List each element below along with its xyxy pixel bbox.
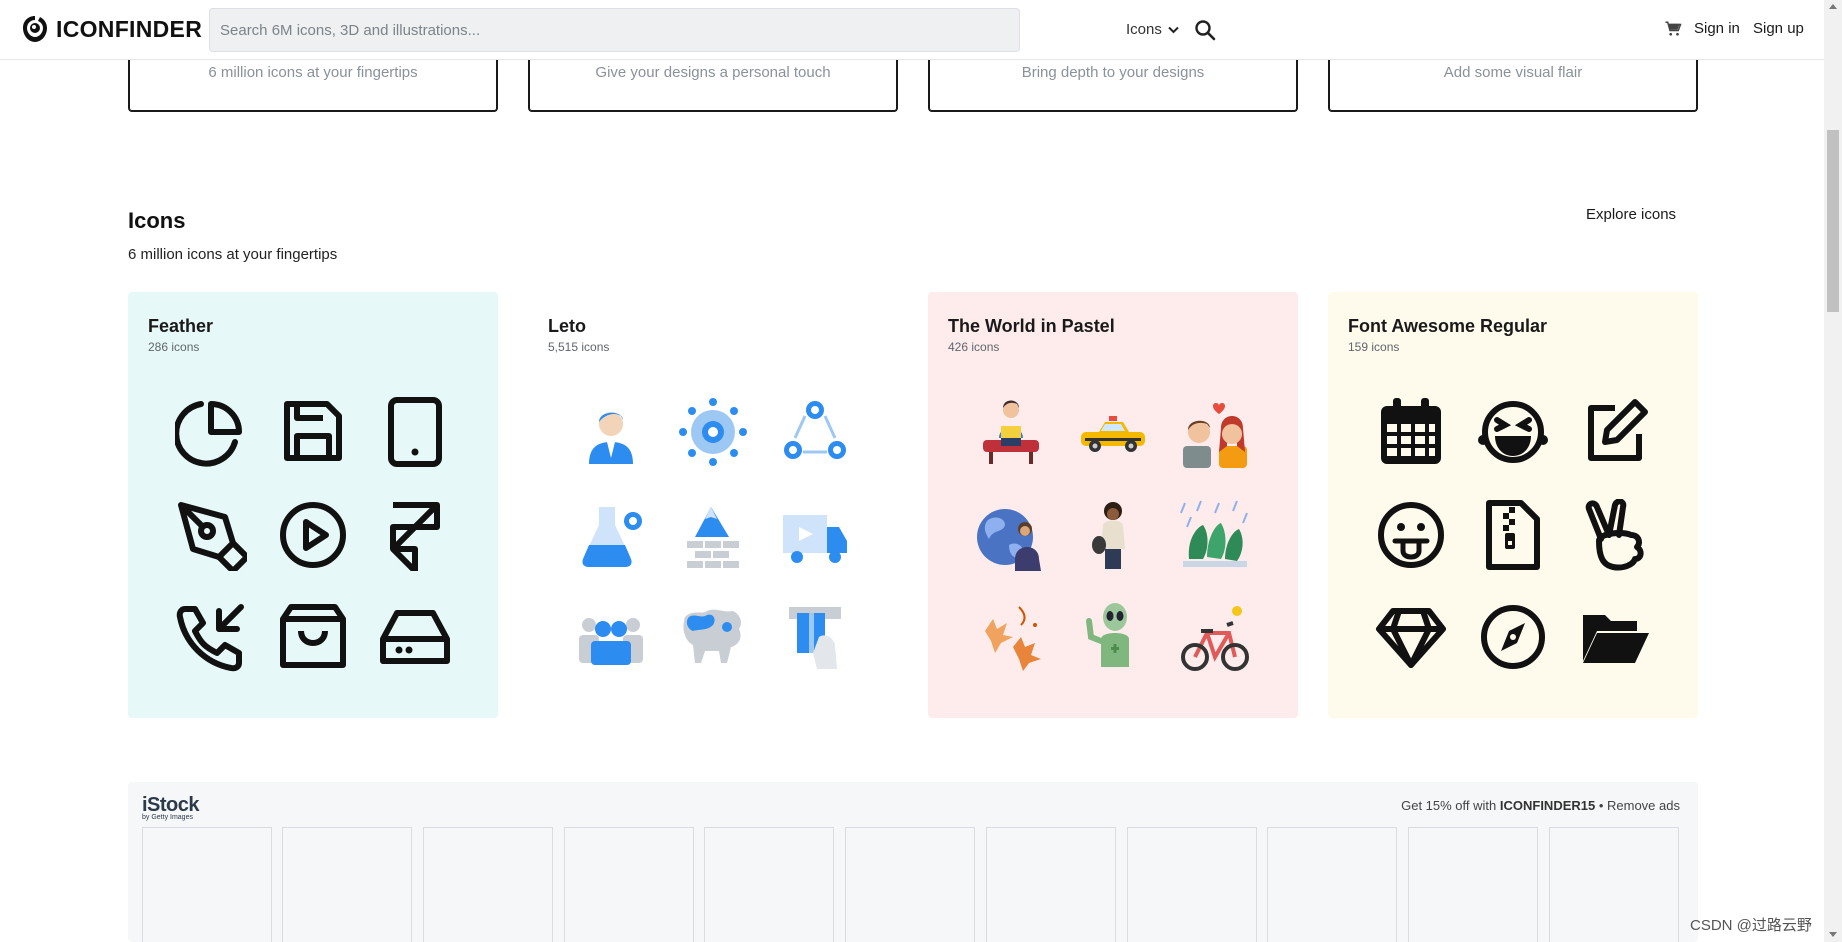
icon-set-count: 426 icons (948, 340, 1000, 354)
istock-logo[interactable]: iStock by Getty Images (142, 794, 200, 821)
category-card-subtitle: Give your designs a personal touch (595, 64, 831, 81)
folder-open-icon (1575, 597, 1655, 677)
gem-icon (1371, 597, 1451, 677)
world-map-icon (673, 597, 753, 677)
remove-ads-link[interactable]: • Remove ads (1595, 798, 1680, 813)
istock-promo[interactable]: Get 15% off with ICONFINDER15 • Remove a… (1401, 798, 1680, 813)
sign-up-link[interactable]: Sign up (1753, 20, 1804, 37)
refugee-world-icon (971, 495, 1051, 575)
atm-card-icon (775, 597, 855, 677)
file-archive-icon (1473, 495, 1553, 575)
stock-image-thumbnail[interactable] (1127, 827, 1257, 942)
cycle-icon (775, 392, 855, 472)
istock-logo-subtext: by Getty Images (142, 814, 193, 821)
category-card-subtitle: Bring depth to your designs (1021, 64, 1205, 81)
couple-love-icon (1175, 392, 1255, 472)
page: ICONFINDER Icons Sign in Sign up 6 milli… (0, 0, 1842, 942)
icon-set-card-font-awesome-regular[interactable]: Font Awesome Regular 159 icons (1328, 292, 1698, 718)
cart-icon[interactable] (1664, 20, 1682, 38)
video-truck-icon (775, 495, 855, 575)
team-icon (571, 597, 651, 677)
icon-set-card-feather[interactable]: Feather 286 icons (128, 292, 498, 718)
scrollbar-thumb[interactable] (1827, 130, 1839, 312)
icon-set-name: The World in Pastel (948, 316, 1115, 336)
icon-set-name: Font Awesome Regular (1348, 316, 1548, 336)
shopping-bag-icon (273, 597, 353, 677)
autumn-leaves-icon (971, 597, 1051, 677)
category-card-subtitle: Add some visual flair (1443, 64, 1583, 81)
edit-icon (1575, 392, 1655, 472)
search-input[interactable] (220, 9, 900, 51)
rainy-trees-icon (1175, 495, 1255, 575)
stock-image-thumbnail[interactable] (986, 827, 1116, 942)
alien-icon (1073, 597, 1153, 677)
phone-incoming-icon (171, 597, 251, 677)
stock-image-thumbnail[interactable] (423, 827, 553, 942)
search-bar: Icons (209, 8, 1216, 52)
traveler-woman-icon (1073, 495, 1153, 575)
taxi-icon (1073, 392, 1153, 472)
scroll-down-arrow-icon[interactable] (1829, 932, 1837, 937)
category-card-subtitle: 6 million icons at your fingertips (208, 64, 418, 81)
stock-image-thumbnail[interactable] (282, 827, 412, 942)
icon-set-card-leto[interactable]: Leto 5,515 icons (528, 292, 898, 718)
vertical-scrollbar[interactable] (1824, 0, 1842, 942)
section-subtitle: 6 million icons at your fingertips (128, 246, 338, 263)
istock-ad-banner[interactable]: iStock by Getty Images Get 15% off with … (128, 782, 1698, 942)
icon-set-count: 5,515 icons (548, 340, 610, 354)
pen-tool-icon (171, 495, 251, 575)
explore-icons-link[interactable]: Explore icons (1586, 206, 1676, 223)
stock-image-thumbnail[interactable] (1549, 827, 1679, 942)
icon-set-card-world-in-pastel[interactable]: The World in Pastel 426 icons (928, 292, 1298, 718)
search-type-label: Icons (1126, 21, 1162, 38)
promo-code: ICONFINDER15 (1499, 798, 1596, 813)
tablet-icon (375, 392, 455, 472)
stock-image-thumbnail[interactable] (1408, 827, 1538, 942)
iconfinder-logo-icon (23, 16, 47, 42)
logo-text: ICONFINDER (56, 15, 203, 42)
icon-set-count: 159 icons (1348, 340, 1400, 354)
stock-image-thumbnail[interactable] (1267, 827, 1397, 942)
watermark: CSDN @过路云野 (1690, 917, 1812, 934)
top-navbar: ICONFINDER Icons Sign in Sign up (0, 0, 1824, 60)
icon-set-name: Leto (548, 316, 586, 336)
businessman-icon (571, 392, 651, 472)
sign-in-link[interactable]: Sign in (1694, 20, 1740, 37)
logo[interactable]: ICONFINDER (20, 14, 202, 44)
compass-icon (1473, 597, 1553, 677)
play-circle-icon (273, 495, 353, 575)
pie-chart-icon (171, 392, 251, 472)
stock-image-thumbnail[interactable] (845, 827, 975, 942)
stock-image-thumbnail[interactable] (564, 827, 694, 942)
icon-set-name: Feather (148, 316, 214, 336)
search-type-dropdown[interactable]: Icons (1126, 21, 1179, 38)
stock-image-thumbnail[interactable] (142, 827, 272, 942)
mountain-wall-icon (673, 495, 753, 575)
icon-set-count: 286 icons (148, 340, 200, 354)
stock-image-thumbnail[interactable] (704, 827, 834, 942)
hard-drive-icon (375, 597, 455, 677)
calendar-icon (1371, 392, 1451, 472)
grin-tongue-icon (1371, 495, 1451, 575)
bicycle-icon (1175, 597, 1255, 677)
framer-icon (375, 495, 455, 575)
section-title: Icons (128, 208, 186, 233)
laugh-squint-icon (1473, 392, 1553, 472)
reading-person-icon (971, 392, 1051, 472)
network-icon (673, 392, 753, 472)
lab-flask-icon (571, 495, 651, 575)
promo-prefix: Get 15% off with (1401, 798, 1500, 813)
save-icon (273, 392, 353, 472)
search-icon[interactable] (1193, 18, 1217, 42)
hand-peace-icon (1575, 495, 1655, 575)
chevron-down-icon (1168, 26, 1179, 33)
scroll-up-arrow-icon[interactable] (1829, 4, 1837, 9)
